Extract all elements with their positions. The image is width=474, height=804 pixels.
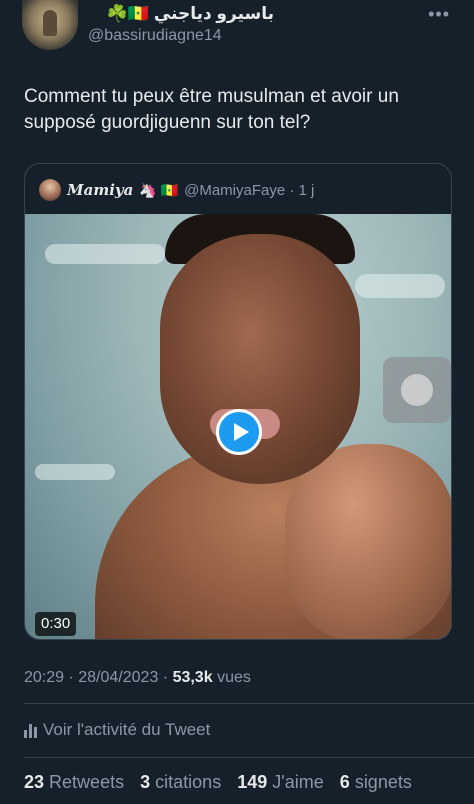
tweet-timestamp[interactable]: 20:29 · 28/04/2023 ·	[24, 669, 173, 686]
activity-label: Voir l'activité du Tweet	[43, 720, 211, 739]
avatar-figure	[43, 10, 57, 36]
video-watermark-overlay	[383, 357, 451, 423]
tweet-stats: 23 Retweets 3 citations 149 J'aime 6 sig…	[24, 772, 412, 793]
tweet-text: Comment tu peux être musulman et avoir u…	[24, 86, 399, 133]
quotes-count[interactable]: 3	[140, 772, 150, 792]
views-label: vues	[217, 669, 251, 686]
retweets-count[interactable]: 23	[24, 772, 44, 792]
author-avatar[interactable]	[22, 0, 78, 50]
analytics-icon	[24, 722, 37, 738]
video-player[interactable]: 0:30	[25, 214, 451, 639]
quoted-tweet[interactable]: Mamiya 🦄 🇸🇳 @MamiyaFaye · 1 j 0:30	[24, 163, 452, 640]
divider	[24, 703, 474, 704]
quoted-author-name[interactable]: Mamiya	[67, 181, 133, 199]
retweets-label[interactable]: Retweets	[49, 772, 124, 792]
water-streak	[355, 274, 445, 298]
water-streak	[35, 464, 115, 480]
video-person-head	[160, 234, 360, 484]
quoted-tweet-header: Mamiya 🦄 🇸🇳 @MamiyaFaye · 1 j	[39, 178, 314, 202]
video-person-arm	[285, 444, 451, 639]
bookmarks-count[interactable]: 6	[340, 772, 350, 792]
bookmarks-label[interactable]: signets	[355, 772, 412, 792]
views-count: 53,3k	[172, 669, 213, 686]
divider	[24, 757, 474, 758]
tweet-meta: 20:29 · 28/04/2023 · 53,3k vues	[24, 669, 251, 687]
author-handle[interactable]: @bassirudiagne14	[88, 27, 222, 45]
quoted-author-emojis: 🦄 🇸🇳	[139, 181, 179, 198]
play-icon	[233, 423, 249, 441]
quoted-author-handle-time: @MamiyaFaye · 1 j	[184, 181, 315, 199]
more-options-icon[interactable]: •••	[428, 4, 450, 25]
water-streak	[45, 244, 165, 264]
video-duration: 0:30	[35, 612, 77, 636]
likes-label[interactable]: J'aime	[272, 772, 323, 792]
play-button[interactable]	[216, 409, 262, 455]
quoted-author-avatar[interactable]	[39, 179, 61, 201]
author-display-name[interactable]: باسيرو دياجني 🇸🇳☘️	[107, 4, 274, 24]
likes-count[interactable]: 149	[237, 772, 267, 792]
tweet-activity-link[interactable]: Voir l'activité du Tweet	[24, 718, 210, 742]
quotes-label[interactable]: citations	[155, 772, 221, 792]
tweet-header: باسيرو دياجني 🇸🇳☘️ @bassirudiagne14 •••	[0, 0, 474, 60]
